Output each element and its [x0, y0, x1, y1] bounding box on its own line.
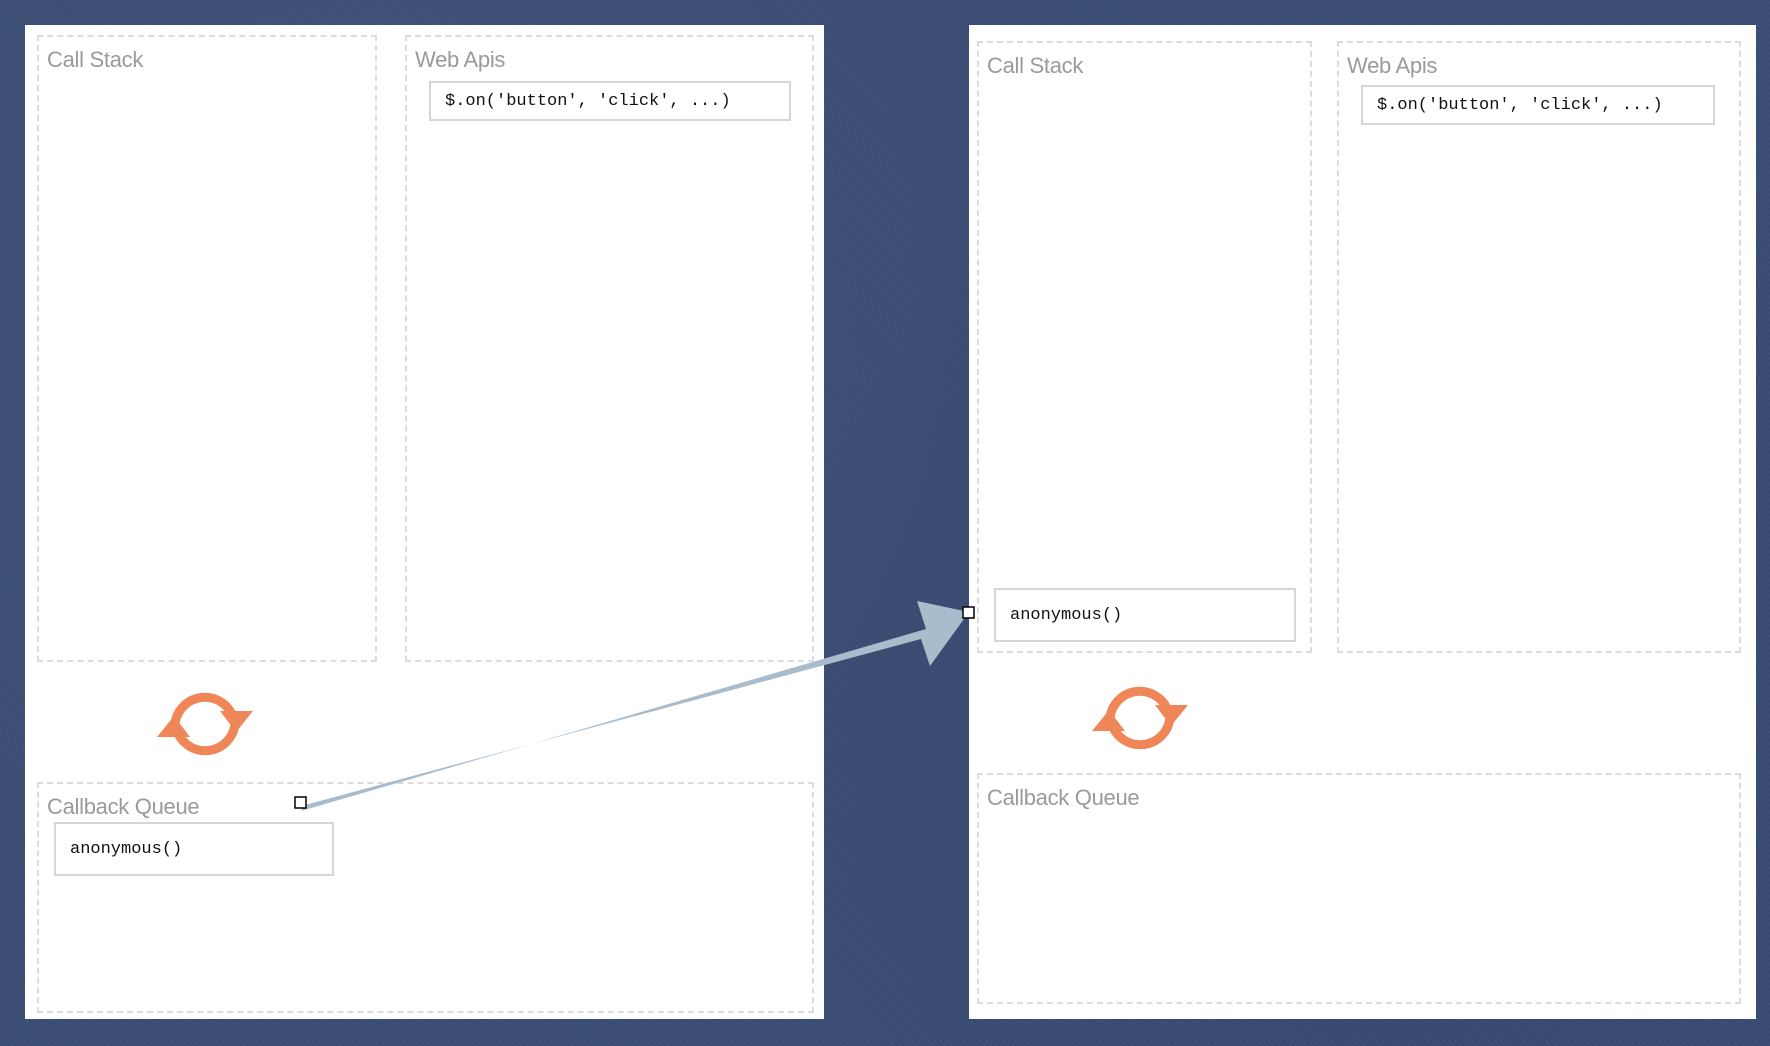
- right-panel: Call Stack anonymous() Web Apis $.on('bu…: [969, 25, 1756, 1019]
- right-refresh-cycle-icon: [1092, 686, 1188, 750]
- right-call-stack: Call Stack anonymous(): [977, 41, 1312, 653]
- left-refresh-cycle-icon: [157, 692, 253, 756]
- right-web-apis-title: Web Apis: [1347, 53, 1438, 78]
- left-call-stack: Call Stack: [37, 35, 377, 662]
- right-callback-queue: Callback Queue: [977, 773, 1741, 1004]
- left-panel: Call Stack Web Apis $.on('button', 'clic…: [25, 25, 824, 1019]
- right-callback-queue-title: Callback Queue: [987, 785, 1140, 810]
- left-call-stack-title: Call Stack: [47, 47, 144, 72]
- left-callback-queue-title: Callback Queue: [47, 794, 200, 819]
- left-web-apis-title: Web Apis: [415, 47, 506, 72]
- right-web-apis: Web Apis $.on('button', 'click', ...): [1337, 41, 1741, 653]
- left-callback-queue: Callback Queue anonymous(): [37, 782, 814, 1013]
- right-call-stack-title: Call Stack: [987, 53, 1084, 78]
- right-web-api-item: $.on('button', 'click', ...): [1361, 85, 1715, 125]
- left-callback-item: anonymous(): [54, 822, 334, 876]
- left-web-apis: Web Apis $.on('button', 'click', ...): [405, 35, 814, 662]
- left-web-api-item: $.on('button', 'click', ...): [429, 81, 791, 121]
- right-call-stack-item: anonymous(): [994, 588, 1296, 642]
